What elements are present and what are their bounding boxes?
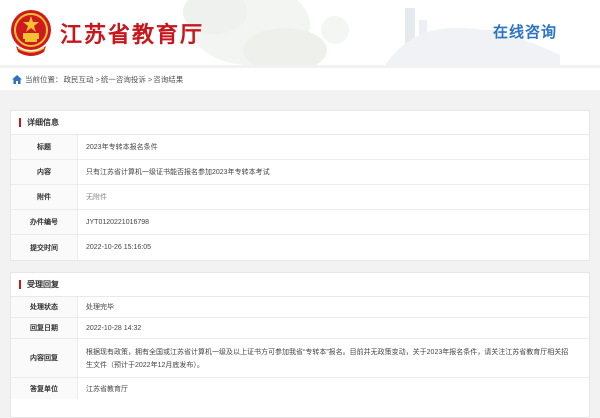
breadcrumb-link-interaction[interactable]: 政民互动 — [64, 74, 94, 85]
reply-section-title: 受理回复 — [11, 273, 589, 297]
reply-title-text: 受理回复 — [27, 280, 59, 289]
table-row: 回复日期 2022-10-28 14:32 — [11, 318, 589, 339]
detail-title-text: 详细信息 — [27, 118, 59, 127]
breadcrumb-separator: > — [95, 74, 100, 84]
reply-content-value: 根据现有政策，拥有全国或江苏省计算机一级及以上证书方可参加我省“专转本”报名。目… — [86, 349, 569, 369]
table-row: 内容回复 根据现有政策，拥有全国或江苏省计算机一级及以上证书方可参加我省“专转本… — [11, 339, 589, 378]
row-label: 内容 — [11, 160, 78, 184]
detail-section-title: 详细信息 — [11, 111, 589, 135]
row-value: 只有江苏省计算机一级证书能否报名参加2023年专转本考试 — [86, 169, 270, 176]
table-row: 处理状态 处理完毕 — [11, 297, 589, 318]
row-value: 处理完毕 — [86, 304, 114, 311]
row-label: 回复日期 — [11, 318, 78, 338]
row-label: 办件编号 — [11, 210, 78, 234]
row-label: 提交时间 — [11, 235, 78, 260]
site-title: 江苏省教育厅 — [60, 22, 205, 47]
row-label: 附件 — [11, 185, 78, 209]
title-accent-bar — [19, 118, 21, 127]
row-value: JYT0120221016798 — [86, 218, 150, 226]
national-emblem-icon — [11, 10, 51, 56]
row-label: 内容回复 — [11, 339, 78, 377]
row-label: 标题 — [11, 135, 78, 159]
detail-card: 详细信息 标题 2023年专转本报名条件 内容 只有江苏省计算机一级证书能否报名… — [10, 110, 590, 261]
table-row: 标题 2023年专转本报名条件 — [11, 135, 589, 160]
row-value: 江苏省教育厅 — [86, 385, 128, 393]
online-consult-title: 在线咨询 — [493, 24, 558, 41]
home-icon — [12, 74, 22, 84]
site-header: 江苏省教育厅 在线咨询 — [0, 0, 600, 65]
table-row: 答复单位 江苏省教育厅 — [11, 378, 589, 399]
row-value: 2022-10-28 14:32 — [86, 324, 142, 332]
title-accent-bar — [19, 280, 21, 289]
breadcrumb: 当前位置： 政民互动 > 统一咨询投诉 > 咨询结果 — [0, 68, 600, 90]
table-row: 办件编号 JYT0120221016798 — [11, 210, 589, 235]
breadcrumb-separator: > — [147, 74, 153, 84]
attachment-value: 无附件 — [86, 194, 107, 201]
row-label: 答复单位 — [11, 378, 78, 399]
reply-card: 受理回复 处理状态 处理完毕 回复日期 2022-10-28 14:32 内容回… — [10, 272, 590, 418]
table-row: 内容 只有江苏省计算机一级证书能否报名参加2023年专转本考试 — [11, 160, 589, 185]
row-value: 2023年专转本报名条件 — [86, 144, 158, 151]
table-row: 提交时间 2022-10-26 15:16:05 — [11, 235, 589, 260]
row-label: 处理状态 — [11, 297, 78, 317]
breadcrumb-prefix: 当前位置： — [25, 74, 63, 84]
table-row: 附件 无附件 — [11, 185, 589, 210]
breadcrumb-link-consult[interactable]: 统一咨询投诉 — [101, 74, 146, 85]
row-value: 2022-10-26 15:16:05 — [86, 244, 151, 251]
breadcrumb-current: 咨询结果 — [153, 74, 184, 84]
